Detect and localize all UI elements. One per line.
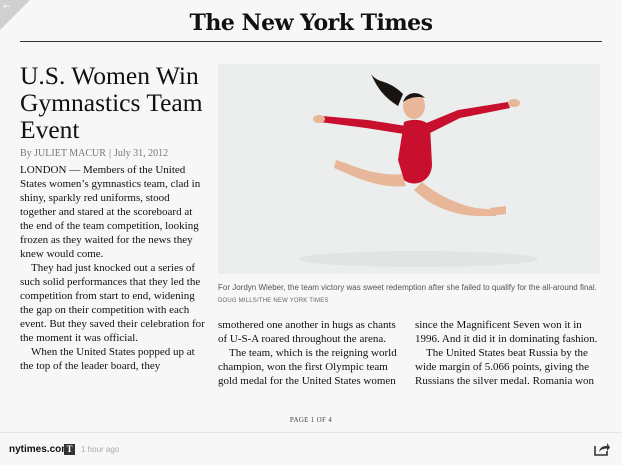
gymnast-illustration xyxy=(218,64,600,274)
timestamp: 1 hour ago xyxy=(81,445,120,454)
photo-caption: For Jordyn Wieber, the team victory was … xyxy=(218,282,600,307)
photo-credit: DOUG MILLS/THE NEW YORK TIMES xyxy=(218,298,329,304)
article-photo[interactable] xyxy=(218,64,600,274)
byline-date: July 31, 2012 xyxy=(113,148,169,159)
byline: By JULIET MACUR | July 31, 2012 xyxy=(20,148,220,159)
paragraph: The United States beat Russia by the wid… xyxy=(415,347,595,387)
masthead-logo[interactable]: The New York Times xyxy=(0,10,622,36)
paragraph: LONDON — Members of the United States wo… xyxy=(20,164,201,260)
share-icon[interactable] xyxy=(594,442,610,456)
paragraph: They had just knocked out a series of su… xyxy=(20,262,205,344)
byline-separator: | xyxy=(108,148,111,159)
paragraph: since the Magnificent Seven won it in 19… xyxy=(415,319,598,345)
paragraph: The team, which is the reigning world ch… xyxy=(218,347,397,387)
paragraph: When the United States popped up at the … xyxy=(20,346,195,372)
article-column-2: smothered one another in hugs as chants … xyxy=(218,318,398,388)
paragraph: smothered one another in hugs as chants … xyxy=(218,319,396,345)
caption-text: For Jordyn Wieber, the team victory was … xyxy=(218,283,597,292)
article-column-3: since the Magnificent Seven won it in 19… xyxy=(415,318,605,388)
bottom-toolbar: nytimes.com T 1 hour ago xyxy=(0,432,622,465)
site-link[interactable]: nytimes.com xyxy=(9,444,70,455)
page-indicator: PAGE 1 OF 4 xyxy=(289,416,333,424)
byline-author: By JULIET MACUR xyxy=(20,148,106,159)
article-headline: U.S. Women Win Gymnastics Team Event xyxy=(20,61,203,144)
article-column-1: LONDON — Members of the United States wo… xyxy=(20,163,208,373)
masthead-divider xyxy=(20,41,602,42)
nyt-t-icon[interactable]: T xyxy=(64,444,75,455)
